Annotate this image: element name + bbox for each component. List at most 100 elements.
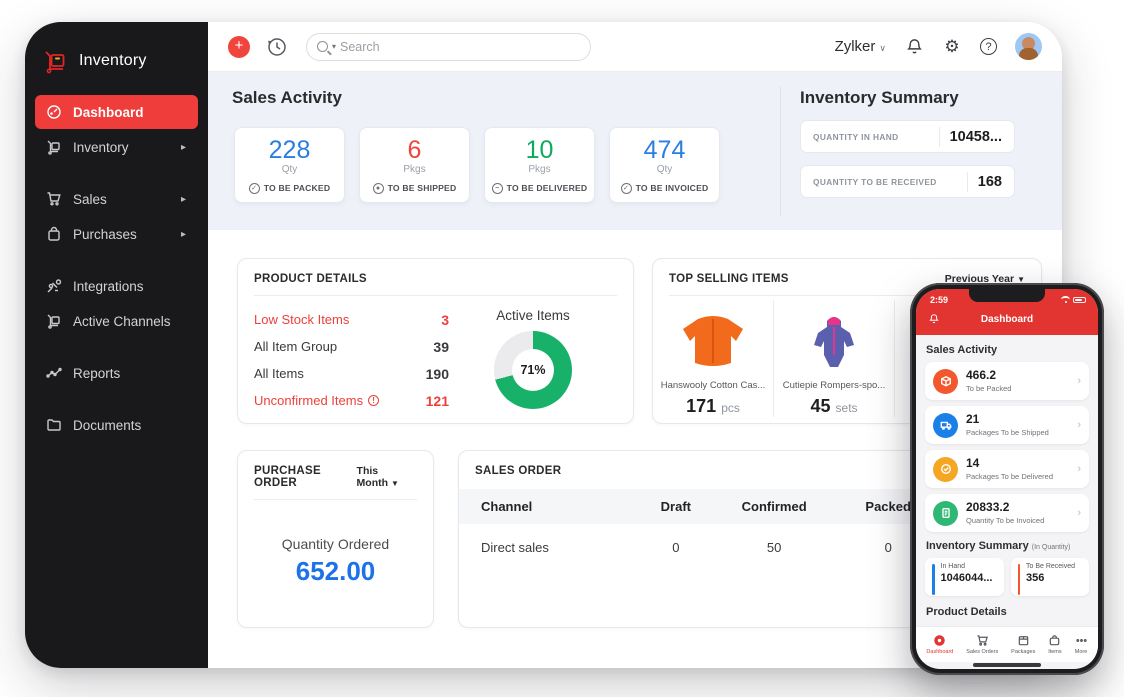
phone-status-time: 2:59 <box>930 294 949 305</box>
add-new-button[interactable]: + <box>228 35 250 58</box>
top-selling-item-2[interactable]: Cutiepie Rompers-spo... 45 sets <box>774 300 895 417</box>
purchase-order-card: PURCHASE ORDER This Month ▼ Quantity Orde… <box>237 450 434 628</box>
sidebar-item-purchases[interactable]: Purchases <box>35 217 198 251</box>
to-be-packed-unit: Qty <box>281 163 298 175</box>
channels-icon <box>45 313 62 330</box>
to-be-packed-card[interactable]: 228 Qty ✓ TO BE PACKED <box>234 127 345 203</box>
product-name: Cutiepie Rompers-spo... <box>782 380 886 391</box>
sidebar-item-active-channels[interactable]: Active Channels <box>35 304 198 338</box>
phone-mockup: 2:59 Dashboard Sales Activity 466.2 To b… <box>910 283 1104 675</box>
product-image-romper <box>791 308 877 374</box>
app-title: Inventory <box>79 52 147 69</box>
quantity-in-hand-label: QUANTITY IN HAND <box>813 131 899 142</box>
phone-card-value: 466.2 <box>966 368 997 382</box>
phone-in-hand-card[interactable]: In Hand 1046044... <box>925 558 1004 596</box>
sidebar-item-sales[interactable]: Sales <box>35 182 198 216</box>
to-be-delivered-card[interactable]: 10 Pkgs − TO BE DELIVERED <box>484 127 595 203</box>
sidebar-item-label: Dashboard <box>73 104 144 120</box>
recent-history-icon[interactable] <box>266 36 288 58</box>
sidebar: Inventory Dashboard Inventory Sales Pu <box>25 22 208 668</box>
sidebar-item-inventory[interactable]: Inventory <box>35 130 198 164</box>
phone-home-indicator[interactable] <box>973 663 1041 667</box>
phone-card-label: Packages To be Delivered <box>966 472 1053 481</box>
sidebar-item-integrations[interactable]: Integrations <box>35 269 198 303</box>
hero-section: Sales Activity 228 Qty ✓ TO BE PACKED 6 P… <box>208 72 1062 230</box>
low-stock-items-row[interactable]: Low Stock Items 3 <box>254 306 449 333</box>
quantity-in-hand-value: 10458... <box>938 126 1014 147</box>
top-selling-item-1[interactable]: Hanswooly Cotton Cas... 171 pcs <box>653 300 774 417</box>
truck-icon <box>933 412 958 438</box>
cell-confirmed: 50 <box>766 540 782 555</box>
purchase-order-title: PURCHASE ORDER <box>254 465 321 489</box>
inventory-summary-title: Inventory Summary <box>800 88 959 107</box>
phone-packages-delivered-card[interactable]: 14 Packages To be Delivered › <box>925 450 1089 488</box>
column-header-confirmed: Confirmed <box>707 489 842 524</box>
search-scope-chevron-icon[interactable]: ▾ <box>332 42 336 51</box>
phone-notch <box>969 289 1045 302</box>
phone-to-be-received-card[interactable]: To Be Received 356 <box>1010 558 1089 596</box>
phone-sales-activity-title: Sales Activity <box>926 344 998 356</box>
product-image-cardigan <box>670 308 756 374</box>
phone-to-be-packed-card[interactable]: 466.2 To be Packed › <box>925 362 1089 400</box>
topbar: + ▾ Zylker∨ ⚙ ? <box>208 22 1062 72</box>
phone-nav-packages[interactable]: Packages <box>1011 634 1035 655</box>
sidebar-item-label: Sales <box>73 191 107 207</box>
product-unit: sets <box>835 401 858 415</box>
check-circle-icon: ✓ <box>620 182 632 194</box>
all-item-group-value: 39 <box>433 338 449 355</box>
search-box[interactable]: ▾ <box>306 32 591 61</box>
sidebar-item-documents[interactable]: Documents <box>35 408 198 442</box>
cell-channel: Direct sales <box>481 540 549 555</box>
quantity-in-hand-box[interactable]: QUANTITY IN HAND 10458... <box>800 120 1015 153</box>
to-be-invoiced-card[interactable]: 474 Qty ✓ TO BE INVOICED <box>609 127 720 203</box>
quantity-to-be-received-box[interactable]: QUANTITY TO BE RECEIVED 168 <box>800 165 1015 198</box>
sidebar-item-label: Documents <box>73 417 142 433</box>
info-icon[interactable]: ! <box>368 395 380 406</box>
purchase-order-period-dropdown[interactable]: This Month ▼ <box>357 465 417 489</box>
user-avatar[interactable] <box>1015 33 1042 60</box>
phone-card-value: 20833.2 <box>966 500 1010 514</box>
check-badge-icon <box>933 456 958 482</box>
wifi-icon <box>1061 296 1070 303</box>
all-items-value: 190 <box>425 365 449 382</box>
phone-packages-shipped-card[interactable]: 21 Packages To be Shipped › <box>925 406 1089 444</box>
settings-gear-icon[interactable]: ⚙ <box>942 37 962 57</box>
phone-nav-items[interactable]: Items <box>1048 634 1062 655</box>
phone-nav-dashboard[interactable]: Dashboard <box>926 634 953 655</box>
phone-screen: 2:59 Dashboard Sales Activity 466.2 To b… <box>916 289 1098 669</box>
quantity-ordered-label: Quantity Ordered <box>281 536 390 552</box>
inventory-summary-section: Inventory Summary QUANTITY IN HAND 10458… <box>800 88 1022 198</box>
sidebar-item-label: Active Channels <box>73 313 171 329</box>
search-input[interactable] <box>340 39 580 54</box>
minus-circle-icon: − <box>491 182 503 194</box>
folder-icon <box>45 417 62 434</box>
to-be-shipped-unit: Pkgs <box>403 163 426 175</box>
integrations-icon <box>45 278 62 295</box>
product-details-list: Low Stock Items 3 All Item Group 39 All … <box>254 306 449 414</box>
handtruck-icon <box>45 139 62 156</box>
product-name: Hanswooly Cotton Cas... <box>660 380 766 391</box>
chevron-right-icon: › <box>1077 507 1081 519</box>
phone-bottom-nav: Dashboard Sales Orders Packages Items Mo… <box>916 626 1098 662</box>
phone-nav-more[interactable]: More <box>1075 634 1088 655</box>
org-switcher[interactable]: Zylker ∨ <box>835 38 886 55</box>
all-item-group-row[interactable]: All Item Group 39 <box>254 333 449 360</box>
unconfirmed-items-value: 121 <box>425 392 449 409</box>
sales-order-title: SALES ORDER <box>475 465 562 477</box>
sidebar-item-reports[interactable]: Reports <box>35 356 198 390</box>
notifications-bell-icon[interactable] <box>904 37 924 57</box>
product-unit: pcs <box>721 401 740 415</box>
sidebar-item-dashboard[interactable]: Dashboard <box>35 95 198 129</box>
phone-to-be-received-label: To Be Received <box>1026 563 1076 570</box>
all-items-row[interactable]: All Items 190 <box>254 360 449 387</box>
color-bar <box>1017 564 1020 595</box>
to-be-delivered-unit: Pkgs <box>528 163 551 175</box>
phone-quantity-invoiced-card[interactable]: 20833.2 Quantity To be Invoiced › <box>925 494 1089 532</box>
unconfirmed-items-row[interactable]: Unconfirmed Items! 121 <box>254 387 449 414</box>
sidebar-divider <box>25 165 208 181</box>
column-header-draft: Draft <box>644 489 708 524</box>
to-be-shipped-card[interactable]: 6 Pkgs ● TO BE SHIPPED <box>359 127 470 203</box>
bag-icon <box>45 226 62 243</box>
help-icon[interactable]: ? <box>980 38 997 55</box>
phone-nav-sales-orders[interactable]: Sales Orders <box>966 634 998 655</box>
